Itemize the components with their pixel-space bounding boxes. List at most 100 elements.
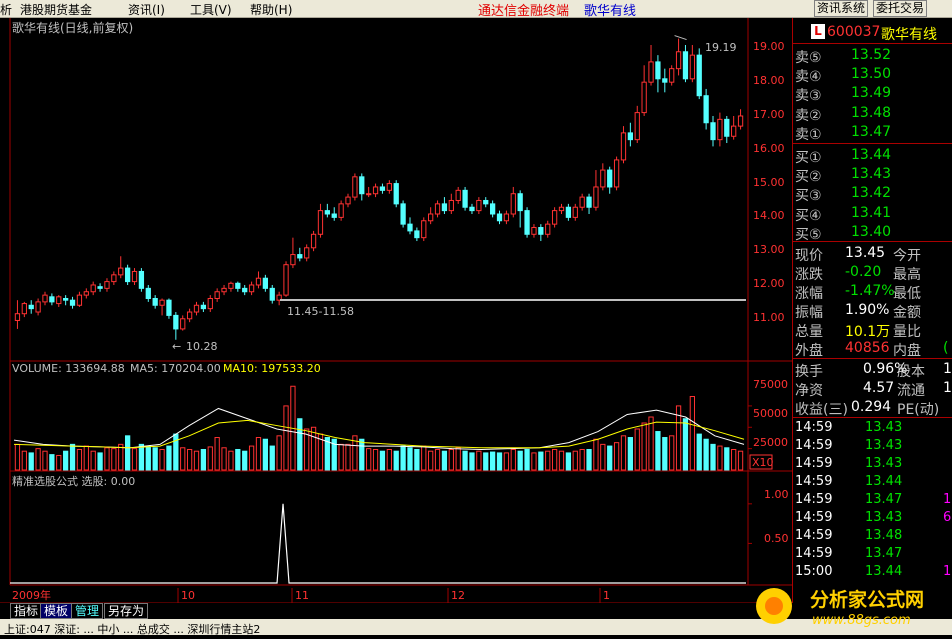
ma10-header: MA10: 197533.20 [223,362,321,375]
trade-button[interactable]: 委托交易 [873,0,928,17]
volume-bar [228,450,234,471]
menu-item-info[interactable]: 资讯(I) [128,1,165,18]
sell-row: 卖③ 13.49 [793,85,952,104]
volume-bar [455,447,461,471]
volume-bar [124,435,131,471]
volume-bar [558,450,565,471]
candle-body [441,203,448,212]
stat-value-right: 1 [943,380,952,396]
tick-row: 14:59 13.43 [793,438,952,457]
tick-row: 14:59 13.43 6 [793,510,952,529]
quote-value-right: ( [943,340,949,356]
tick-row: 14:59 13.48 [793,528,952,547]
candle-body [56,296,62,305]
menu-item-tools[interactable]: 工具(V) [190,1,232,18]
candle-body [407,223,413,232]
candle-body [662,78,668,83]
candle-body [69,299,76,306]
kline-chart[interactable]: 歌华有线(日线,前复权) VOLUME: 133694.88 MA5: 1702… [0,18,792,604]
tab-indicator[interactable]: 指标 [10,603,43,619]
tick-price: 13.47 [865,492,903,507]
volume-bar [669,435,675,471]
volume-bar [221,447,227,471]
candle-body [145,287,151,299]
volume-bar [448,448,454,471]
stat-row: 净资 4.57 流通 1 [793,380,952,399]
sell-price: 13.48 [851,104,892,121]
tick-row: 14:59 13.47 1 [793,492,952,511]
volume-bar [565,452,572,471]
quote-label: 涨幅 [795,286,823,302]
volume-bar [655,431,661,471]
low-arrow: ← [172,340,181,353]
quote-row: 总量 10.1万 量比 [793,321,952,340]
quote-label: 外盘 [795,343,823,359]
volume-bar [489,451,496,471]
candle-body [152,298,158,306]
candle-body [717,118,723,141]
volume-bar [283,405,289,471]
volume-bar [180,447,186,471]
candle-body [104,281,110,289]
menu-item-analysis[interactable]: 析 [0,1,12,18]
candle-body [648,61,654,83]
sell-price: 13.52 [851,47,892,63]
tab-template[interactable]: 模板 [40,603,73,619]
candle-body [634,112,640,141]
tab-save-as[interactable]: 另存为 [104,603,149,619]
chart-area[interactable]: 歌华有线(日线,前复权) VOLUME: 133694.88 MA5: 1702… [0,18,792,604]
candle-body [600,169,606,188]
price-label: 15.00 [753,176,785,189]
tick-time: 14:59 [795,474,833,489]
volume-bar [131,448,138,471]
candle-body [193,304,200,313]
sell-row: 卖① 13.47 [793,124,952,143]
candle-body [173,314,179,330]
stock-title: 歌华有线 [584,4,637,19]
volume-bar [551,448,558,471]
tab-manage[interactable]: 管理 [71,603,104,619]
info-system-button[interactable]: 资讯系统 [814,0,869,17]
high-annotation: 19.19 [705,41,737,54]
candle-body [669,68,675,83]
tick-row: 14:59 13.47 [793,546,952,565]
stock-code: 600037 [827,24,881,40]
volume-bar [538,451,544,471]
candle-body [138,270,145,289]
candle-body [186,311,193,320]
tick-price: 13.43 [865,438,903,453]
candle-body [159,299,165,306]
candle-body [448,199,454,212]
candle-body [366,193,372,196]
tick-time: 14:59 [795,438,833,453]
candle-body [379,186,386,191]
volume-label: 75000 [753,378,788,391]
candle-body [200,304,207,310]
tick-volume: 1 [943,564,952,579]
quote-label-right: 最低 [893,286,921,302]
buy-label: 买② [795,169,822,186]
menu-item-hk-futures[interactable]: 港股期货基金 [20,1,92,18]
menu-item-help[interactable]: 帮助(H) [250,1,292,18]
tick-price: 13.43 [865,420,903,435]
volume-bar [138,443,145,471]
candle-body [317,210,324,235]
volume-bar [379,450,386,471]
volume-bar [235,448,241,471]
price-label: 11.00 [753,311,785,324]
watermark: 分析家公式网 www.88gs.com [752,578,952,635]
candle-body [76,294,83,306]
candle-body [613,159,620,188]
volume-bar [689,396,695,471]
sell-price: 13.47 [851,123,892,140]
low-annotation: 10.28 [186,340,218,353]
tick-volume: 1 [943,492,952,507]
stat-value: 4.57 [863,380,895,396]
quote-label: 总量 [795,324,823,340]
candle-body [14,313,21,321]
candle-body [538,227,544,235]
tick-price: 13.43 [865,456,903,471]
tick-price: 13.44 [865,564,903,579]
candle-body [689,54,695,80]
indicator-label: 0.50 [764,532,789,545]
